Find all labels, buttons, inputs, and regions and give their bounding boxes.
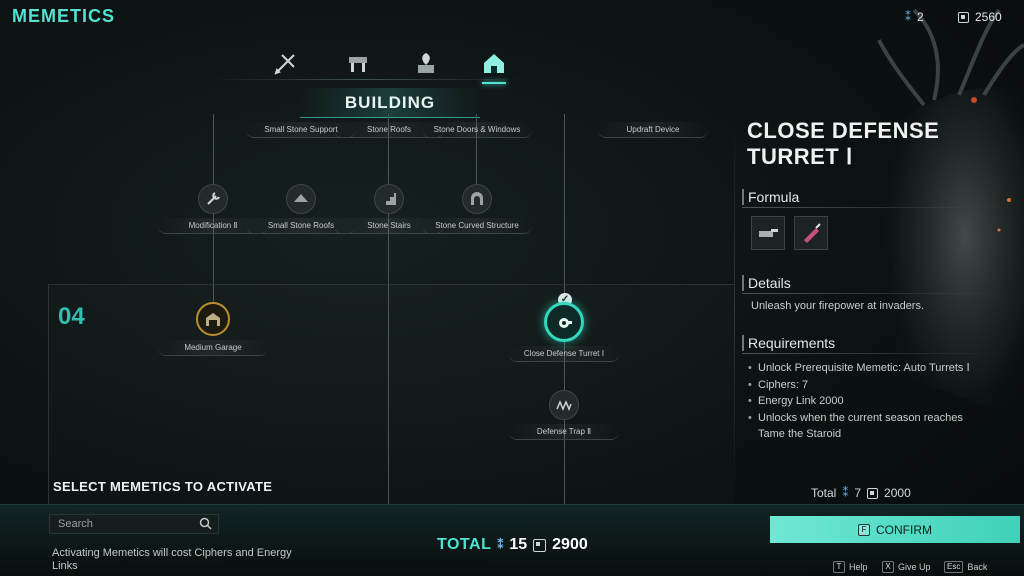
grand-total-ciphers: 15 xyxy=(509,536,528,553)
app-title: MEMETICS xyxy=(12,6,116,26)
node-label: Stone Doors & Windows xyxy=(422,122,532,138)
node-label: Defense Trap Ⅱ xyxy=(509,424,619,440)
formula-heading: Formula xyxy=(742,189,799,205)
requirements-list: Unlock Prerequisite Memetic: Auto Turret… xyxy=(748,360,990,443)
back-hint[interactable]: Esc Back xyxy=(944,561,987,573)
cipher-icon: ⁑ xyxy=(497,538,504,552)
tab-crafting[interactable] xyxy=(340,46,376,80)
wrench-icon xyxy=(198,184,228,214)
ammo-icon xyxy=(804,223,821,243)
tab-tools[interactable] xyxy=(268,46,304,80)
energy-link-icon xyxy=(867,487,879,499)
confirm-button[interactable]: F CONFIRM xyxy=(770,516,1020,543)
total-label: Total xyxy=(811,486,837,500)
requirement-item: Unlocks when the current season reaches … xyxy=(748,410,990,443)
stairs-icon xyxy=(374,184,404,214)
detail-total: Total ⁑ 7 2000 xyxy=(811,486,911,500)
details-text: Unleash your firepower at invaders. xyxy=(751,300,925,312)
grand-total: TOTAL ⁑ 15 2900 xyxy=(437,536,588,554)
formula-item-turret-part[interactable] xyxy=(751,216,785,250)
roof-icon xyxy=(286,184,316,214)
node-label: Stone Curved Structure xyxy=(422,218,532,234)
requirement-item: Ciphers: 7 xyxy=(748,377,990,394)
cipher-count: 2 xyxy=(917,10,924,24)
key-hint: X xyxy=(882,561,894,573)
give-up-hint[interactable]: X Give Up xyxy=(882,561,931,573)
total-energy: 2000 xyxy=(884,486,911,500)
house-icon xyxy=(484,54,504,73)
node-close-defense-turret[interactable]: Close Defense Turret Ⅰ xyxy=(509,302,619,362)
hint-label: Help xyxy=(849,562,868,572)
grand-total-energy: 2900 xyxy=(552,536,588,553)
energy-link-icon xyxy=(533,538,547,552)
help-hint[interactable]: T Help xyxy=(833,561,868,573)
garage-icon xyxy=(196,302,230,336)
cipher-balance: ⁑ 2 xyxy=(905,10,924,24)
requirement-item: Unlock Prerequisite Memetic: Auto Turret… xyxy=(748,360,990,377)
confirm-label: CONFIRM xyxy=(876,522,932,537)
hint-label: Give Up xyxy=(898,562,931,572)
node-stone-curved-structure[interactable]: Stone Curved Structure xyxy=(422,184,532,234)
cipher-icon: ⁑ xyxy=(842,486,849,500)
tab-farming[interactable] xyxy=(408,46,444,80)
formula-item-ammo[interactable] xyxy=(794,216,828,250)
energy-count: 2560 xyxy=(975,10,1002,24)
energy-balance: 2560 xyxy=(958,10,1002,24)
turret-icon xyxy=(544,302,584,342)
workbench-icon xyxy=(349,57,367,72)
requirement-item: Energy Link 2000 xyxy=(748,393,990,410)
key-hint: F xyxy=(858,523,870,536)
node-stone-doors-windows[interactable]: Stone Doors & Windows xyxy=(422,118,532,138)
requirements-heading: Requirements xyxy=(742,335,835,351)
node-medium-garage[interactable]: Medium Garage xyxy=(158,302,268,356)
trap-icon xyxy=(549,390,579,420)
cipher-icon: ⁑ xyxy=(905,10,911,24)
node-defense-trap-2[interactable]: Defense Trap Ⅱ xyxy=(509,390,619,440)
tier-section xyxy=(48,284,734,504)
select-title: SELECT MEMETICS TO ACTIVATE xyxy=(53,479,273,494)
divider xyxy=(742,207,1002,208)
detail-title: CLOSE DEFENSE TURRET Ⅰ xyxy=(747,118,940,169)
node-label: Medium Garage xyxy=(158,340,268,356)
divider xyxy=(742,293,1002,294)
divider xyxy=(742,353,1002,354)
tab-building[interactable] xyxy=(476,46,512,84)
details-heading: Details xyxy=(742,275,791,291)
arch-icon xyxy=(462,184,492,214)
section-title: BUILDING xyxy=(300,88,480,118)
key-hint: Esc xyxy=(944,561,964,573)
key-hint: T xyxy=(833,561,845,573)
crossbow-icon xyxy=(274,54,295,75)
planter-icon xyxy=(418,53,434,73)
node-updraft-device[interactable]: Updraft Device xyxy=(598,118,708,138)
grand-total-label: TOTAL xyxy=(437,536,492,553)
tier-number: 04 xyxy=(58,303,85,330)
node-label: Updraft Device xyxy=(598,122,708,138)
total-ciphers: 7 xyxy=(854,486,862,500)
cost-footnote: Activating Memetics will cost Ciphers an… xyxy=(52,547,292,572)
hint-label: Back xyxy=(967,562,988,572)
panel-divider xyxy=(734,110,735,504)
search-icon[interactable] xyxy=(199,517,212,530)
node-label: Close Defense Turret Ⅰ xyxy=(509,346,619,362)
energy-link-icon xyxy=(958,11,969,23)
turret-part-icon xyxy=(759,229,778,237)
search-input[interactable]: Search xyxy=(49,514,219,534)
